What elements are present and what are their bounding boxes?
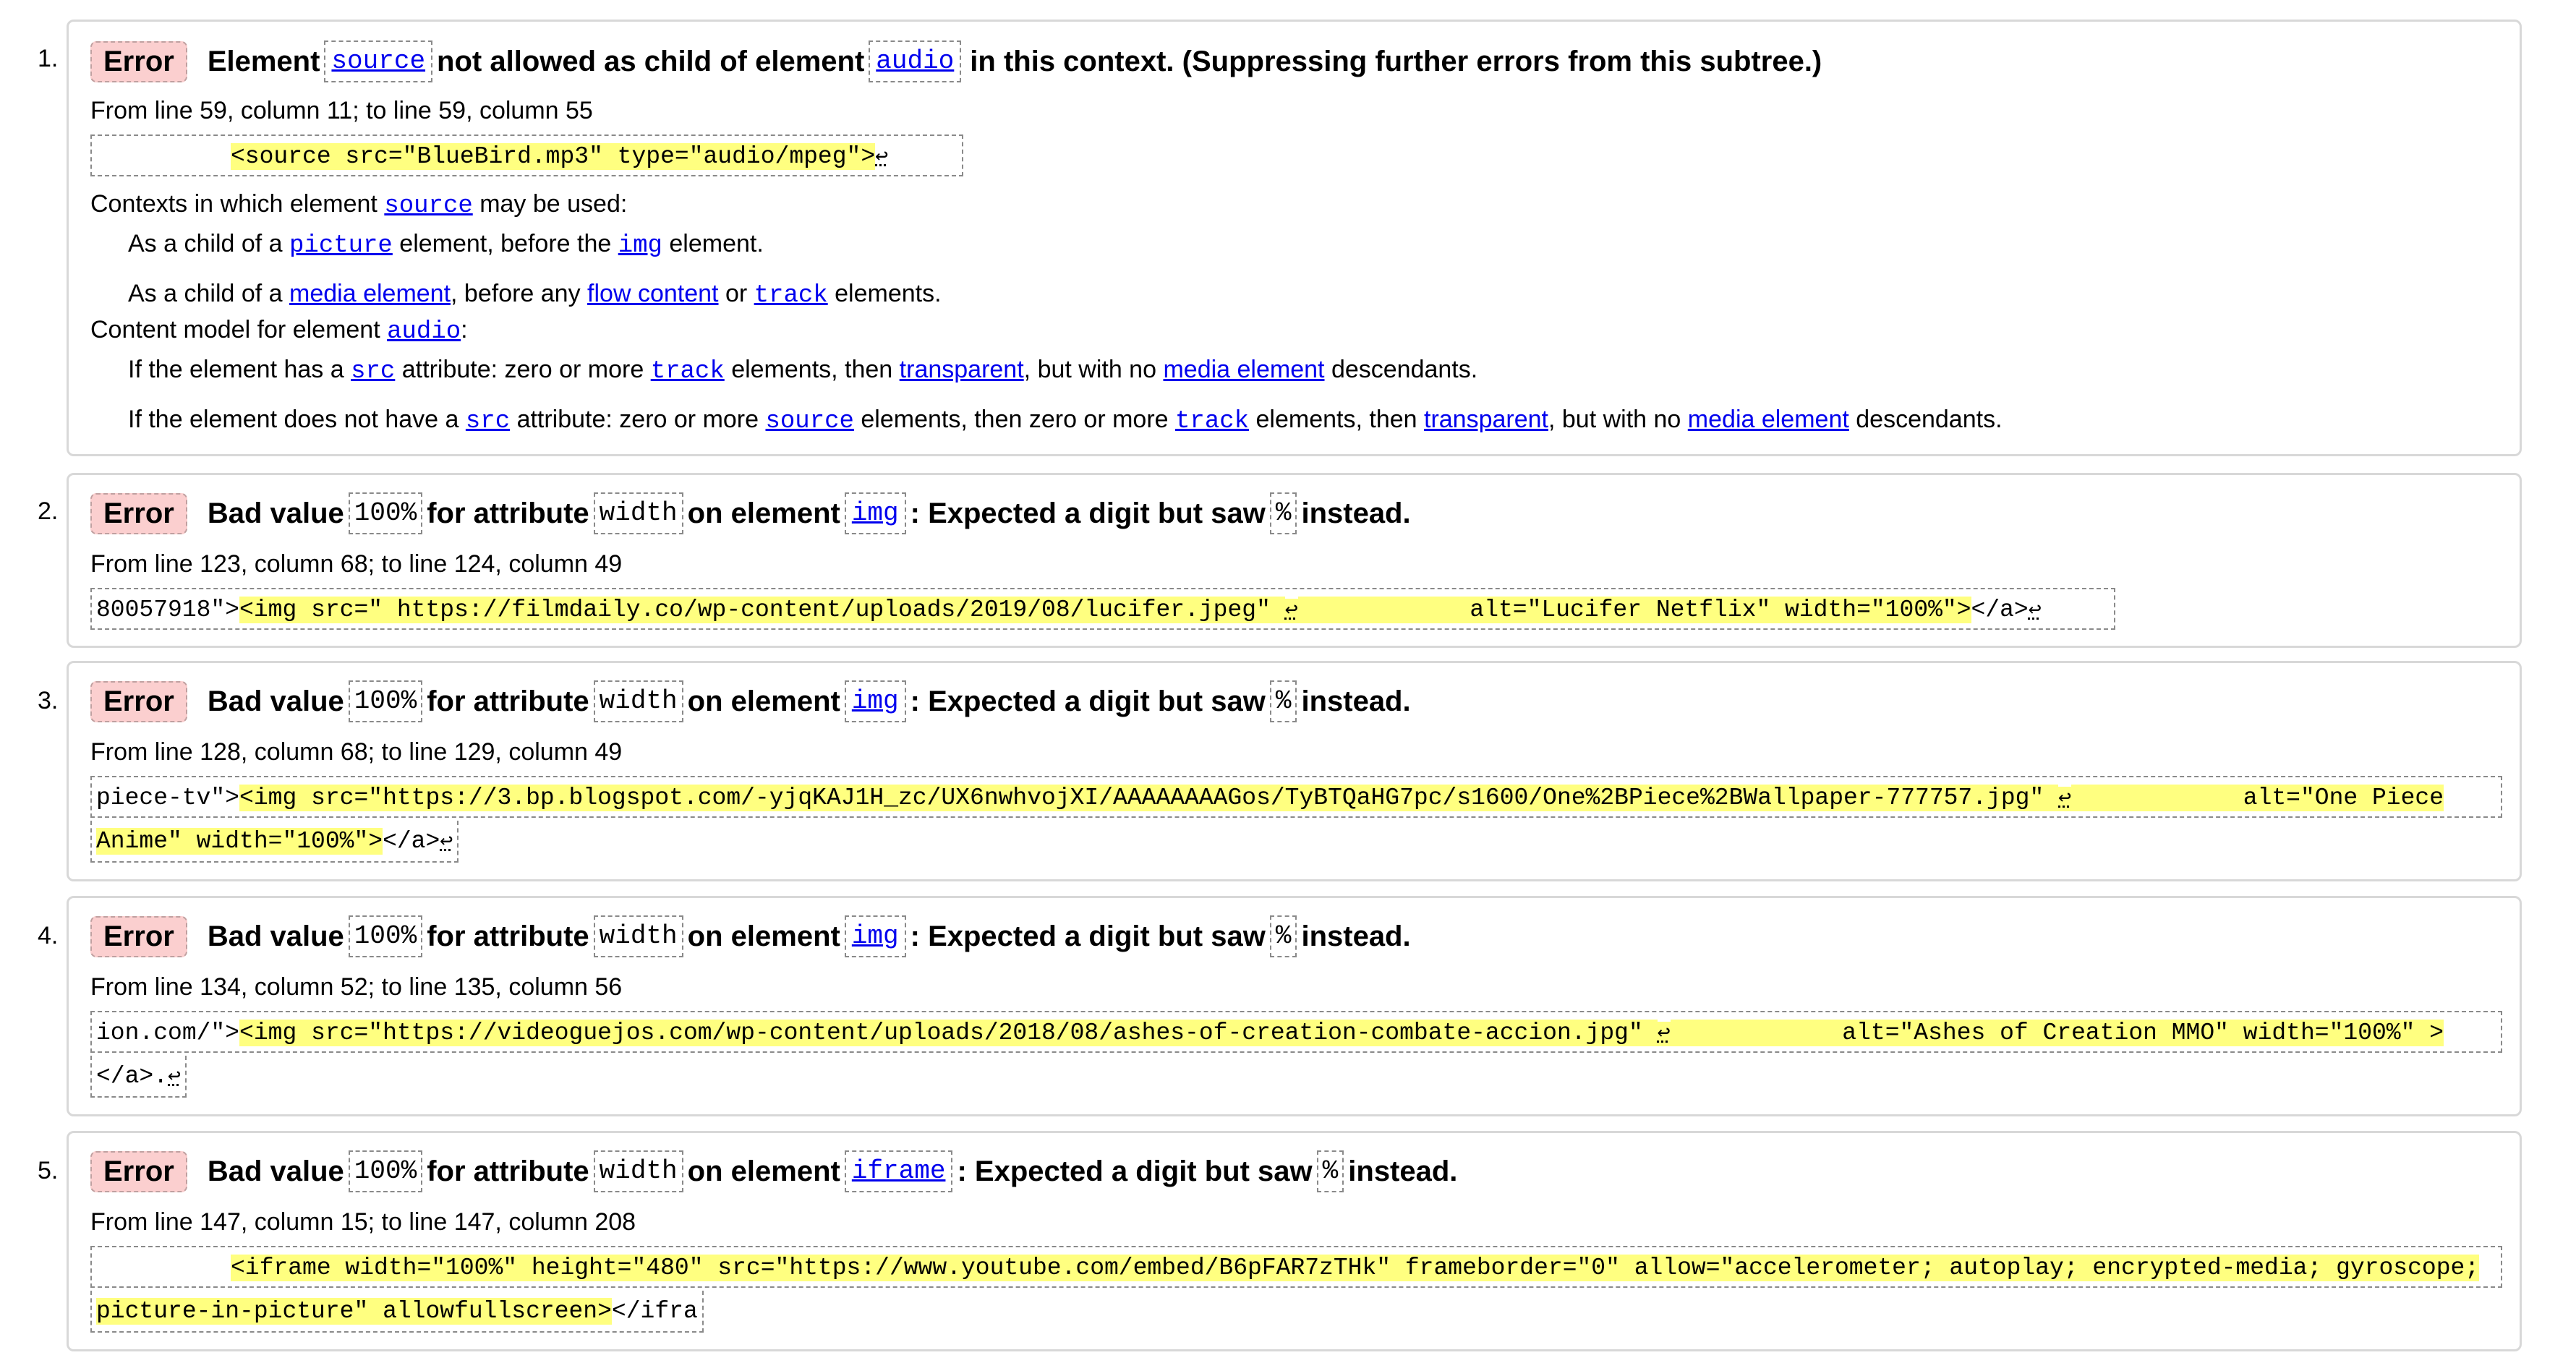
error-title: Error Bad value 100% for attribute width… (90, 492, 1411, 534)
spec-link[interactable]: track (1175, 408, 1249, 435)
spec-link[interactable]: src (466, 408, 510, 435)
error-title: Error Bad value 100% for attribute width… (90, 680, 1411, 722)
spec-link[interactable]: audio (387, 318, 461, 346)
contexts-heading: Contexts in which element source may be … (90, 190, 628, 220)
excerpt-highlight: <img src="https://3.bp.blogspot.com/-yjq… (239, 785, 2059, 811)
error-number: 2. (38, 497, 59, 525)
code-excerpt: <source src="BlueBird.mp3" type="audio/m… (90, 134, 963, 176)
spec-link[interactable]: img (618, 232, 662, 260)
error-card: Error Bad value 100% for attribute width… (67, 473, 2522, 648)
spec-link[interactable]: media element (1163, 356, 1324, 383)
content-model-item: If the element does not have a src attri… (128, 406, 2003, 435)
content-model-heading: Content model for element audio: (90, 316, 468, 346)
element-link-audio[interactable]: audio (869, 40, 962, 82)
error-title: Error Bad value 100% for attribute width… (90, 1150, 1457, 1192)
code-excerpt: piece-tv"><img src="https://3.bp.blogspo… (90, 776, 2502, 818)
spec-link[interactable]: src (351, 358, 395, 385)
error-badge: Error (90, 680, 187, 722)
error-badge: Error (90, 40, 187, 82)
error-card: Error Bad value 100% for attribute width… (67, 661, 2522, 881)
error-location: From line 123, column 68; to line 124, c… (90, 550, 623, 578)
line-break-icon: ↩ (2058, 787, 2072, 811)
spec-link[interactable]: source (384, 192, 472, 220)
error-number: 5. (38, 1157, 59, 1184)
char-code: % (1316, 1150, 1344, 1192)
msg-text: in this context. (Suppressing further er… (970, 45, 1822, 77)
spec-link[interactable]: track (754, 282, 828, 309)
content-model-item: If the element has a src attribute: zero… (128, 356, 1478, 385)
error-badge: Error (90, 1150, 187, 1192)
error-card: Error Element source not allowed as chil… (67, 20, 2522, 456)
spec-link[interactable]: media element (1688, 406, 1849, 433)
error-badge: Error (90, 915, 187, 957)
excerpt-highlight: picture-in-picture" allowfullscreen> (96, 1298, 612, 1325)
code-excerpt: <iframe width="100%" height="480" src="h… (90, 1246, 2502, 1288)
msg-text: Element (207, 45, 320, 77)
error-card: Error Bad value 100% for attribute width… (67, 1131, 2522, 1351)
excerpt-highlight: <source src="BlueBird.mp3" type="audio/m… (231, 143, 876, 170)
code-excerpt-cont: </a>.↩ (90, 1056, 187, 1098)
attr-code: width (593, 492, 683, 534)
error-number: 3. (38, 687, 59, 714)
excerpt-highlight: <img src=" https://filmdaily.co/wp-conte… (239, 597, 1285, 623)
char-code: % (1269, 680, 1297, 722)
line-break-icon: ↩ (1657, 1022, 1671, 1046)
element-link-img[interactable]: img (844, 680, 906, 722)
element-link-img[interactable]: img (844, 492, 906, 534)
value-code: 100% (348, 492, 423, 534)
code-excerpt: ion.com/"><img src="https://videoguejos.… (90, 1011, 2502, 1053)
excerpt-highlight: <iframe width="100%" height="480" src="h… (231, 1255, 2480, 1281)
error-location: From line 147, column 15; to line 147, c… (90, 1208, 636, 1236)
value-code: 100% (348, 1150, 423, 1192)
context-item: As a child of a picture element, before … (128, 230, 764, 260)
element-link-img[interactable]: img (844, 915, 906, 957)
error-badge: Error (90, 492, 187, 534)
spec-link[interactable]: transparent (1424, 406, 1548, 433)
value-code: 100% (348, 680, 423, 722)
validator-results: 1. Error Element source not allowed as c… (0, 0, 2576, 1363)
spec-link[interactable]: picture (289, 232, 393, 260)
error-location: From line 128, column 68; to line 129, c… (90, 738, 623, 766)
msg-text: not allowed as child of element (437, 45, 865, 77)
code-excerpt-cont: picture-in-picture" allowfullscreen></if… (90, 1291, 704, 1333)
element-link-iframe[interactable]: iframe (844, 1150, 953, 1192)
error-card: Error Bad value 100% for attribute width… (67, 896, 2522, 1116)
error-location: From line 59, column 11; to line 59, col… (90, 97, 593, 124)
line-break-icon: ↩ (168, 1065, 182, 1090)
attr-code: width (593, 915, 683, 957)
excerpt-plain: 80057918"> (96, 597, 240, 623)
code-excerpt-cont: Anime" width="100%"></a>↩ (90, 821, 459, 863)
char-code: % (1269, 492, 1297, 534)
line-break-icon: ↩ (2028, 599, 2042, 623)
excerpt-highlight: alt="One Piece (2071, 785, 2444, 811)
code-excerpt: 80057918"><img src=" https://filmdaily.c… (90, 588, 2115, 630)
value-code: 100% (348, 915, 423, 957)
excerpt-highlight: <img src="https://videoguejos.com/wp-con… (239, 1020, 1658, 1046)
line-break-icon: ↩ (1284, 599, 1298, 623)
excerpt-highlight: alt="Lucifer Netflix" width="100%"> (1297, 597, 1971, 623)
error-location: From line 134, column 52; to line 135, c… (90, 973, 623, 1001)
spec-link[interactable]: source (766, 408, 854, 435)
error-number: 4. (38, 922, 59, 949)
excerpt-highlight: Anime" width="100%"> (96, 828, 383, 855)
error-title: Error Bad value 100% for attribute width… (90, 915, 1411, 957)
element-link-source[interactable]: source (324, 40, 433, 82)
attr-code: width (593, 1150, 683, 1192)
spec-link[interactable]: track (651, 358, 725, 385)
attr-code: width (593, 680, 683, 722)
excerpt-highlight: alt="Ashes of Creation MMO" width="100%"… (1670, 1020, 2444, 1046)
excerpt-tail: </a> (1971, 597, 2029, 623)
spec-link[interactable]: flow content (587, 280, 718, 307)
context-item: As a child of a media element, before an… (128, 280, 942, 309)
error-title: Error Element source not allowed as chil… (90, 40, 1822, 82)
error-number: 1. (38, 45, 59, 72)
line-break-icon: ↩ (440, 830, 453, 855)
spec-link[interactable]: transparent (900, 356, 1024, 383)
line-break-icon: ↩ (875, 145, 889, 170)
spec-link[interactable]: media element (289, 280, 451, 307)
char-code: % (1269, 915, 1297, 957)
